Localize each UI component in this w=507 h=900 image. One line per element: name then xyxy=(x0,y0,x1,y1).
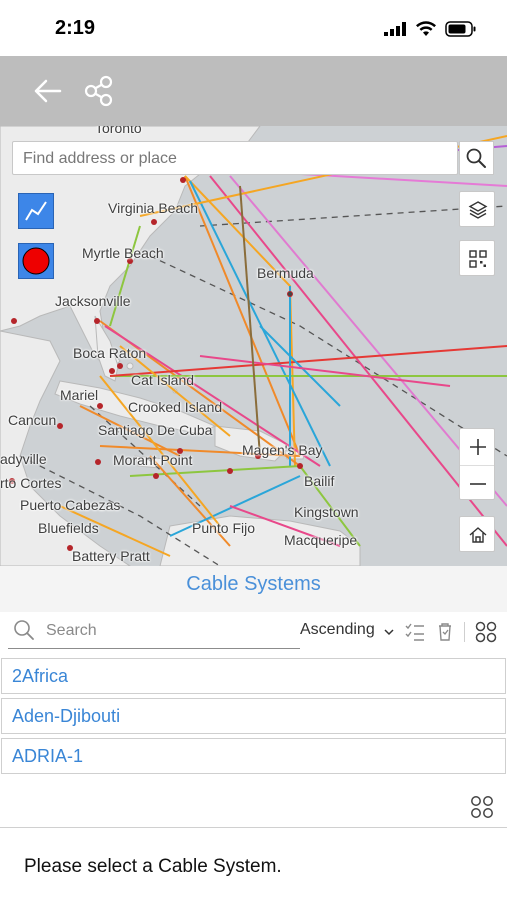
map-label-crooked-island: Crooked Island xyxy=(128,399,223,415)
clear-selection-icon[interactable] xyxy=(434,621,456,643)
chevron-down-icon[interactable] xyxy=(383,626,395,638)
map-label-boca-raton: Boca Raton xyxy=(73,345,147,361)
address-search-button[interactable] xyxy=(459,141,494,175)
map-label-jacksonville: Jacksonville xyxy=(55,293,131,309)
layers-button[interactable] xyxy=(459,191,495,227)
grid-view-icon xyxy=(471,796,493,818)
qr-code-button[interactable] xyxy=(459,240,495,276)
list-toolbar: Ascending xyxy=(0,612,507,652)
map-label-magens-bay: Magen's Bay xyxy=(242,442,323,458)
footer-divider xyxy=(0,827,507,828)
draw-line-tool[interactable] xyxy=(18,193,54,229)
panel-header: Cable Systems xyxy=(0,566,507,612)
sort-dropdown[interactable]: Ascending xyxy=(300,621,375,639)
polyline-icon xyxy=(25,201,47,221)
map-label-virginia-beach: Virginia Beach xyxy=(108,200,199,216)
search-icon xyxy=(466,148,486,168)
map-label-bailif: Bailif xyxy=(304,473,335,489)
app-toolbar xyxy=(0,56,507,126)
list-search-box xyxy=(8,612,300,649)
draw-point-tool[interactable] xyxy=(18,243,54,279)
arrow-left-icon xyxy=(34,79,62,103)
grid-view-icon[interactable] xyxy=(474,620,498,644)
status-bar: 2:19 xyxy=(0,0,507,56)
point-icon xyxy=(22,247,50,275)
list-item[interactable]: ADRIA-1 xyxy=(1,738,506,774)
cable-system-list: 2Africa Aden-Djibouti ADRIA-1 xyxy=(0,658,507,778)
map-label-punto-fijo: Punto Fijo xyxy=(192,520,256,536)
back-button[interactable] xyxy=(30,73,66,109)
zoom-out-button[interactable] xyxy=(460,465,494,501)
minus-icon xyxy=(470,483,486,485)
list-item[interactable]: 2Africa xyxy=(1,658,506,694)
wifi-icon xyxy=(415,21,436,36)
panel-title: Cable Systems xyxy=(186,573,321,595)
address-search-box xyxy=(12,141,458,175)
map-label-puerto-cortes: rto Cortes xyxy=(0,475,62,491)
qr-code-icon xyxy=(469,250,487,268)
status-time: 2:19 xyxy=(55,17,96,39)
map-label-cat-island: Cat Island xyxy=(131,372,195,388)
plus-icon xyxy=(470,439,486,455)
layers-icon xyxy=(468,201,488,219)
multi-select-icon[interactable] xyxy=(404,621,426,643)
map-label-macqueripe: Macqueripe xyxy=(284,532,358,548)
map-label-mariel: Mariel xyxy=(60,387,99,403)
battery-icon xyxy=(445,21,476,37)
map-label-kingstown: Kingstown xyxy=(294,504,359,520)
cellular-signal-icon xyxy=(384,21,407,36)
map-label-santiago-de-cuba: Santiago De Cuba xyxy=(98,422,213,438)
map-label-battery-pratt: Battery Pratt xyxy=(72,548,150,564)
map-label-cancun: Cancun xyxy=(8,412,57,428)
zoom-controls xyxy=(459,428,495,500)
footer-message: Please select a Cable System. xyxy=(24,856,282,877)
map-label-bermuda: Bermuda xyxy=(257,265,314,281)
share-button[interactable] xyxy=(82,73,118,109)
map-label-toronto: Toronto xyxy=(95,126,142,136)
bottom-grid-button[interactable] xyxy=(469,794,495,820)
list-item[interactable]: Aden-Djibouti xyxy=(1,698,506,734)
map-label-myrtle-beach: Myrtle Beach xyxy=(82,245,164,261)
map-label-morant-point: Morant Point xyxy=(113,452,193,468)
address-search-input[interactable] xyxy=(21,147,445,171)
home-icon xyxy=(469,527,487,543)
toolbar-divider xyxy=(464,622,465,642)
zoom-in-button[interactable] xyxy=(460,429,494,464)
map-label-puerto-cabezas: Puerto Cabezas xyxy=(20,497,121,513)
status-icons xyxy=(384,20,477,40)
list-search-input[interactable] xyxy=(44,618,298,644)
search-icon xyxy=(14,620,34,640)
share-nodes-icon xyxy=(84,75,113,107)
map-view[interactable]: Toronto Virginia Beach Myrtle Beach Berm… xyxy=(0,126,507,566)
home-button[interactable] xyxy=(459,516,495,552)
map-label-ladyville: adyville xyxy=(0,451,47,467)
map-label-bluefields: Bluefields xyxy=(38,520,99,536)
